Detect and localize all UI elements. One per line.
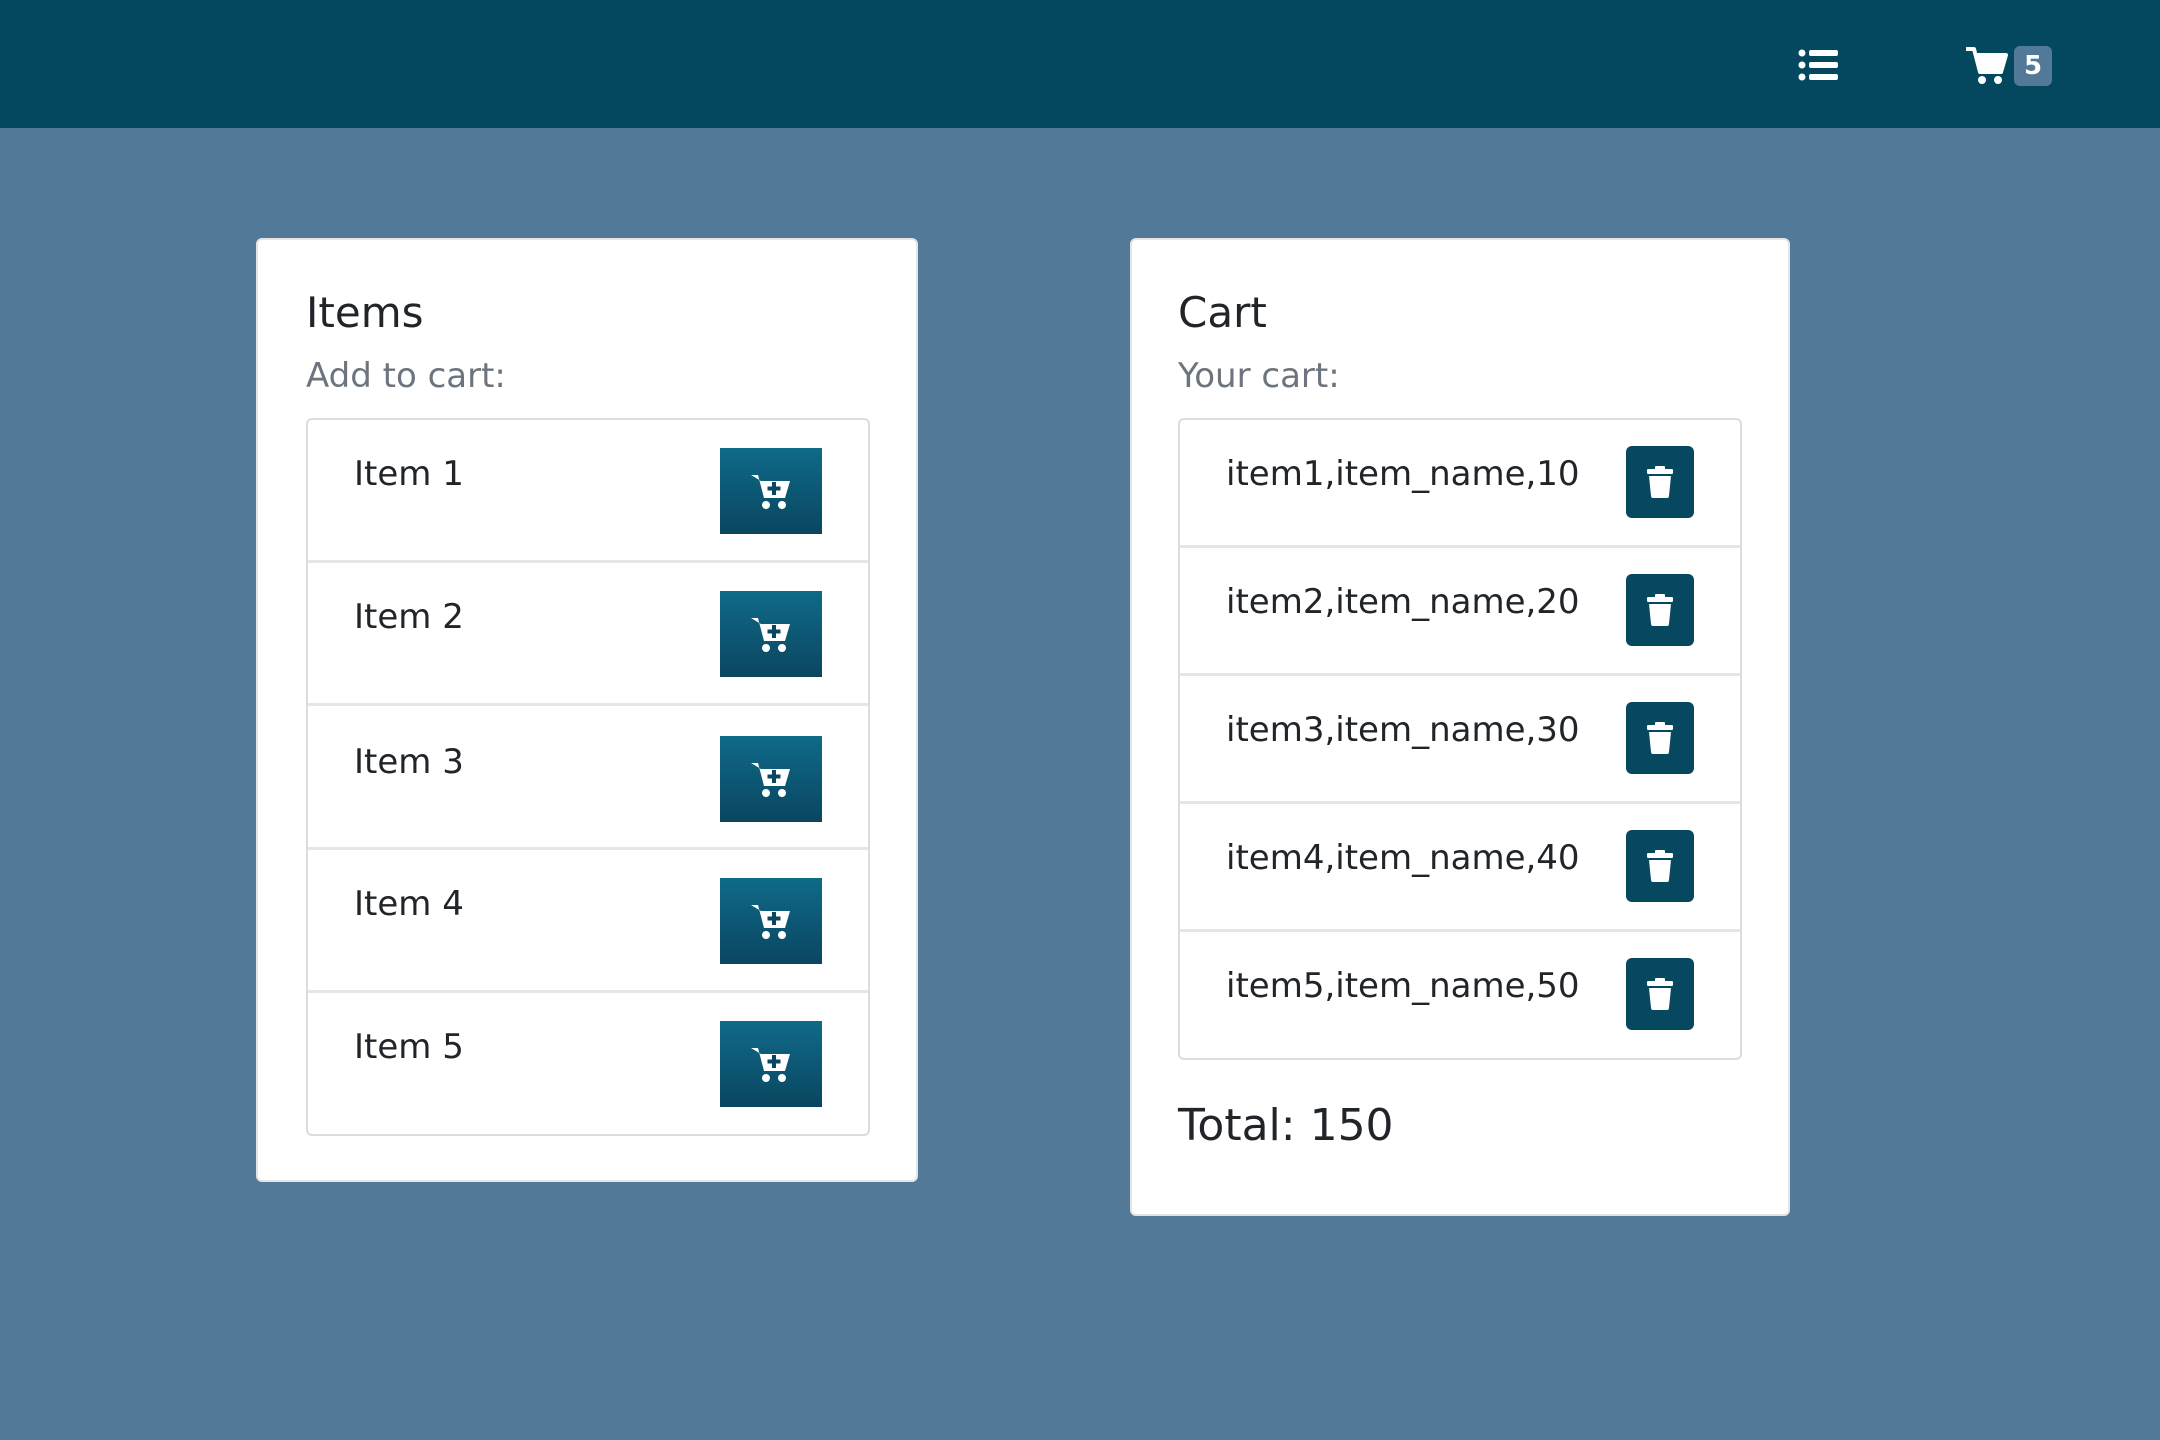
trash-icon	[1647, 978, 1673, 1010]
list-item: Item 2	[308, 563, 868, 706]
cart-item-label: item5,item_name,50	[1226, 966, 1580, 1006]
item-label: Item 4	[354, 884, 464, 924]
list-item: Item 1	[308, 420, 868, 563]
remove-item-button[interactable]	[1626, 446, 1694, 518]
remove-item-button[interactable]	[1626, 958, 1694, 1030]
trash-icon	[1647, 722, 1673, 754]
nav-cart-button[interactable]: 5	[1966, 40, 2066, 92]
add-to-cart-button[interactable]	[720, 736, 822, 822]
cart-item-label: item1,item_name,10	[1226, 454, 1580, 494]
cart-item-label: item3,item_name,30	[1226, 710, 1580, 750]
list-item: Item 4	[308, 850, 868, 993]
cart-list: item1,item_name,10 item2,item_name,20 it…	[1178, 418, 1742, 1060]
trash-icon	[1647, 466, 1673, 498]
cart-total: Total: 150	[1178, 1100, 1394, 1151]
cart-plus-icon	[751, 618, 790, 652]
item-label: Item 3	[354, 742, 464, 782]
list-item: Item 3	[308, 706, 868, 850]
items-card-title: Items	[306, 288, 424, 337]
cart-card-title: Cart	[1178, 288, 1267, 337]
cart-plus-icon	[751, 763, 790, 797]
cart-plus-icon	[751, 905, 790, 939]
list-item: Item 5	[308, 993, 868, 1136]
list-item: item1,item_name,10	[1180, 420, 1740, 548]
cart-plus-icon	[751, 1048, 790, 1082]
item-label: Item 1	[354, 454, 464, 494]
remove-item-button[interactable]	[1626, 702, 1694, 774]
list-item: item2,item_name,20	[1180, 548, 1740, 676]
add-to-cart-button[interactable]	[720, 591, 822, 677]
remove-item-button[interactable]	[1626, 574, 1694, 646]
navbar: 5	[0, 0, 2160, 128]
add-to-cart-button[interactable]	[720, 448, 822, 534]
items-card-subtitle: Add to cart:	[306, 356, 506, 396]
list-item: item4,item_name,40	[1180, 804, 1740, 932]
cart-item-label: item4,item_name,40	[1226, 838, 1580, 878]
list-item: item3,item_name,30	[1180, 676, 1740, 804]
remove-item-button[interactable]	[1626, 830, 1694, 902]
item-label: Item 5	[354, 1027, 464, 1067]
add-to-cart-button[interactable]	[720, 878, 822, 964]
add-to-cart-button[interactable]	[720, 1021, 822, 1107]
cart-icon	[1966, 47, 2008, 84]
menu-list-button[interactable]	[1790, 40, 1846, 90]
cart-card: Cart Your cart: item1,item_name,10 item2…	[1130, 238, 1790, 1216]
cart-plus-icon	[751, 475, 790, 509]
list-icon	[1798, 49, 1838, 81]
items-card: Items Add to cart: Item 1 Item 2 Item 3 …	[256, 238, 918, 1182]
list-item: item5,item_name,50	[1180, 932, 1740, 1060]
items-list: Item 1 Item 2 Item 3 Item 4 Item 5	[306, 418, 870, 1136]
trash-icon	[1647, 594, 1673, 626]
item-label: Item 2	[354, 597, 464, 637]
cart-card-subtitle: Your cart:	[1178, 356, 1340, 396]
cart-item-label: item2,item_name,20	[1226, 582, 1580, 622]
cart-count-badge: 5	[2014, 46, 2052, 86]
trash-icon	[1647, 850, 1673, 882]
